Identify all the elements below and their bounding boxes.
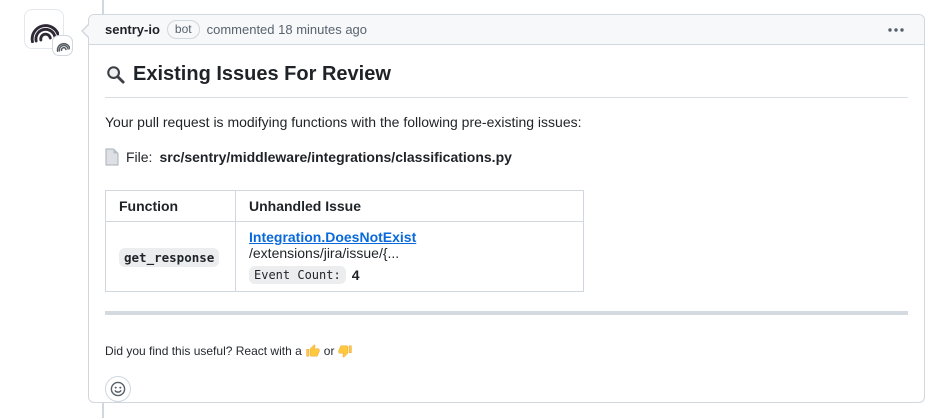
issue-title-line: Integration.DoesNotExist /extensions/jir… [249, 229, 570, 261]
timeline-line-top [102, 0, 104, 14]
avatar-bot-badge [52, 35, 73, 56]
intro-text: Your pull request is modifying functions… [105, 114, 908, 131]
table-row: get_response Integration.DoesNotExist /e… [106, 222, 584, 292]
issue-cell: Integration.DoesNotExist /extensions/jir… [236, 222, 584, 292]
event-count-label-code: Event Count: [249, 266, 346, 284]
comment-body: Existing Issues For Review Your pull req… [89, 45, 924, 415]
function-name-code: get_response [119, 248, 219, 267]
issues-table: Function Unhandled Issue get_response In… [105, 190, 584, 292]
section-title: Existing Issues For Review [105, 61, 908, 98]
comment-timestamp-link[interactable]: commented 18 minutes ago [207, 22, 367, 37]
smiley-icon [110, 381, 126, 397]
file-label: File: [126, 147, 152, 167]
issue-location: /extensions/jira/issue/{... [249, 245, 399, 261]
sentry-bot-avatar[interactable] [24, 9, 64, 49]
add-reaction-button[interactable] [105, 376, 131, 402]
section-title-text: Existing Issues For Review [133, 61, 391, 88]
magnifying-glass-icon [105, 64, 126, 85]
divider [105, 311, 908, 315]
page-facing-up-icon [105, 148, 119, 166]
author-link[interactable]: sentry-io [105, 22, 160, 37]
file-line: File: src/sentry/middleware/integrations… [105, 147, 908, 167]
footer-prompt: Did you find this useful? React with a o… [105, 344, 908, 358]
thumbs-up-icon [306, 344, 320, 358]
event-count-value: 4 [352, 267, 360, 283]
footer-prompt-or: or [324, 344, 335, 358]
function-cell: get_response [106, 222, 236, 292]
comment-header: sentry-io bot commented 18 minutes ago [89, 15, 924, 45]
column-header-function: Function [106, 191, 236, 222]
file-path: src/sentry/middleware/integrations/class… [159, 147, 511, 167]
comment-card: sentry-io bot commented 18 minutes ago E… [88, 14, 925, 403]
thumbs-down-icon [338, 344, 352, 358]
kebab-menu-button[interactable] [884, 24, 908, 36]
bot-badge: bot [167, 20, 200, 39]
issue-link[interactable]: Integration.DoesNotExist [249, 229, 416, 245]
table-header-row: Function Unhandled Issue [106, 191, 584, 222]
kebab-horizontal-icon [888, 28, 904, 32]
column-header-unhandled-issue: Unhandled Issue [236, 191, 584, 222]
event-count-line: Event Count: 4 [249, 266, 570, 284]
footer-prompt-text: Did you find this useful? React with a [105, 344, 302, 358]
